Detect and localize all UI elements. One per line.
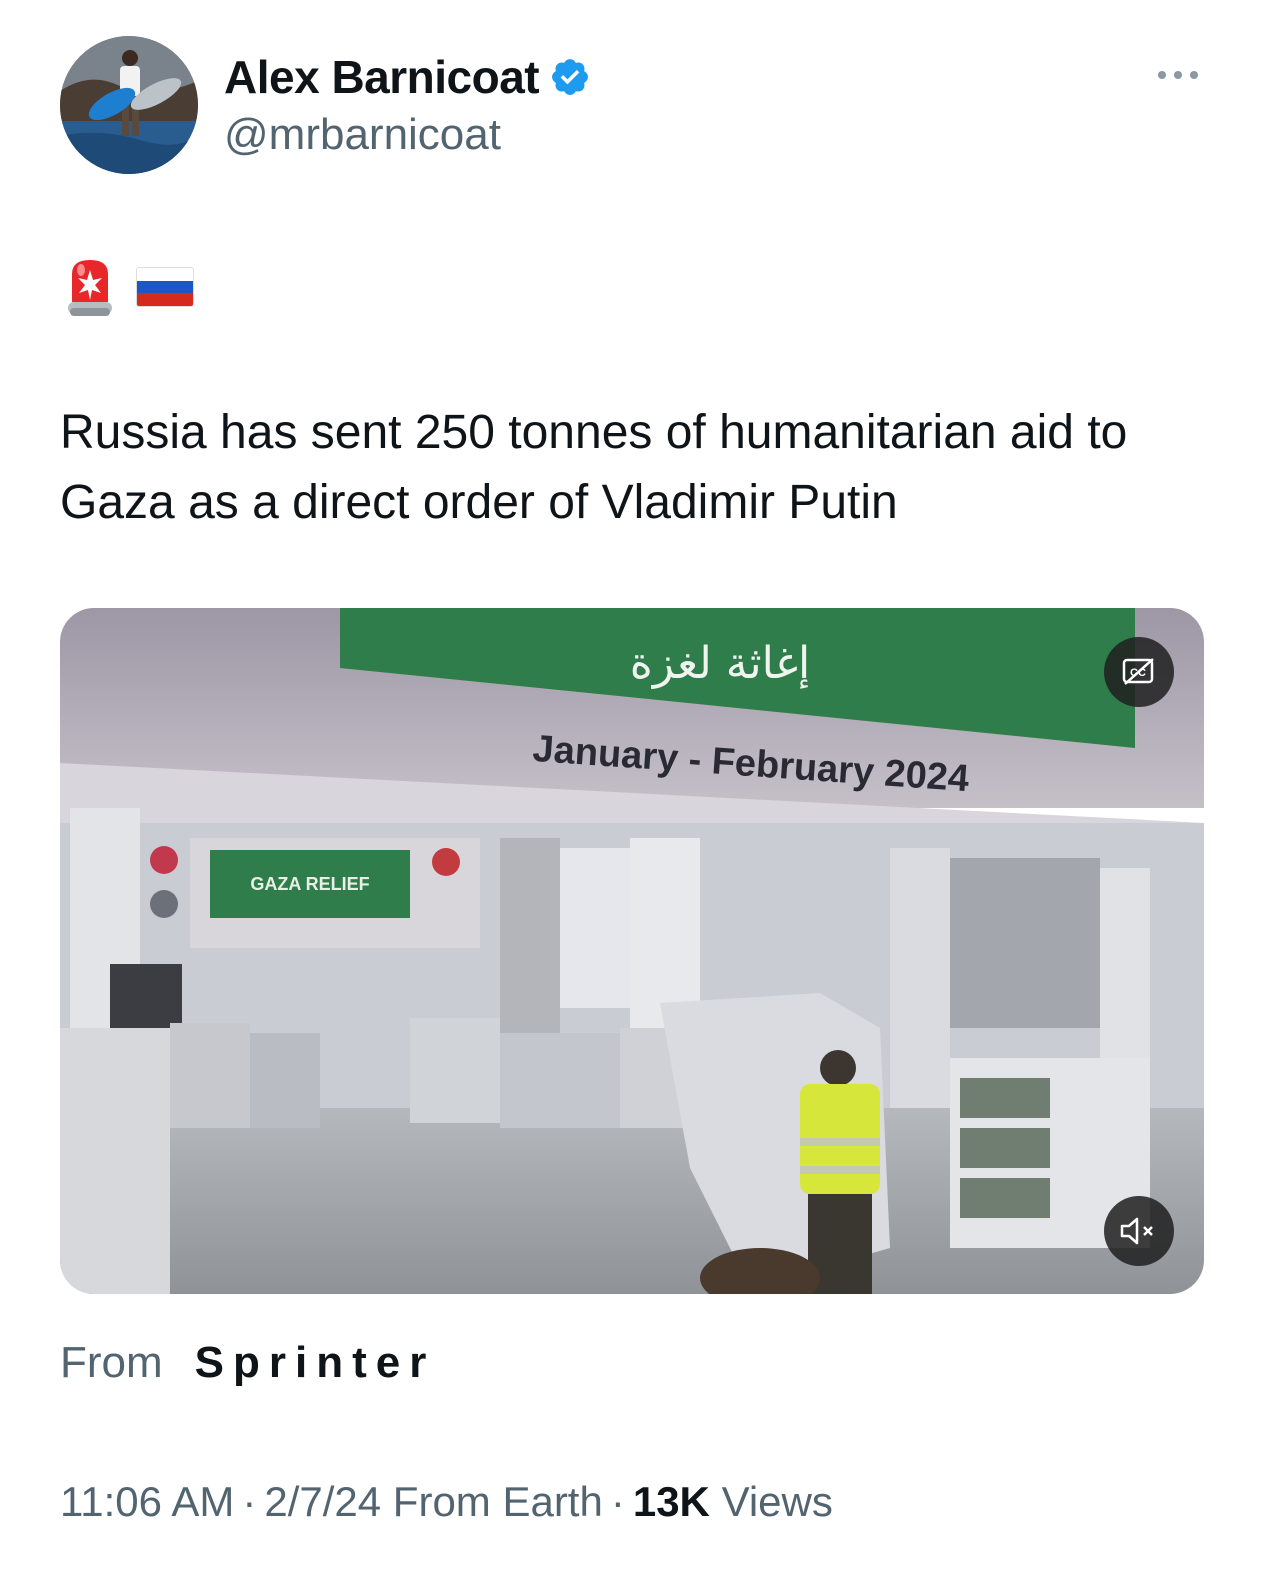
meta-separator: ·: [610, 1478, 625, 1525]
banner-arabic-text: إغاثة لغزة: [630, 638, 810, 689]
tweet-metadata: 11:06 AM · 2/7/24 From Earth · 13K Views: [60, 1478, 833, 1526]
video-source: From Sprinter: [60, 1338, 435, 1388]
muted-speaker-icon: [1120, 1217, 1153, 1245]
tweet-location: From Earth: [392, 1478, 603, 1525]
tweet-detail: Alex Barnicoat @mrbarnicoat Russia has s…: [0, 0, 1284, 1593]
more-options-icon: [1158, 71, 1198, 79]
avatar-image: [60, 36, 198, 174]
author-name-text: Alex Barnicoat: [224, 51, 540, 103]
closed-captions-icon: CC: [1122, 658, 1154, 685]
mute-button[interactable]: [1104, 1196, 1174, 1266]
views-label: Views: [721, 1478, 833, 1525]
verified-badge-icon: [552, 59, 589, 95]
video-frame: إغاثة لغزة January - February 2024 GAZA …: [60, 608, 1204, 1294]
author-display-name[interactable]: Alex Barnicoat: [224, 50, 591, 104]
tweet-date[interactable]: 2/7/24: [264, 1478, 381, 1525]
author-handle[interactable]: @mrbarnicoat: [224, 110, 501, 160]
tweet-time[interactable]: 11:06 AM: [60, 1478, 234, 1525]
source-prefix: From: [60, 1338, 163, 1387]
emoji-row: [64, 256, 194, 318]
police-light-emoji: [68, 260, 112, 316]
more-options-button[interactable]: [1156, 60, 1200, 90]
russia-flag-emoji: [136, 267, 194, 307]
tweet-text: Russia has sent 250 tonnes of humanitari…: [60, 406, 1128, 529]
relief-sign-text: GAZA RELIEF: [250, 874, 369, 894]
captions-button[interactable]: CC: [1104, 637, 1174, 707]
views-count: 13K: [632, 1478, 710, 1525]
video-player[interactable]: إغاثة لغزة January - February 2024 GAZA …: [60, 608, 1204, 1294]
avatar[interactable]: [60, 36, 198, 174]
meta-separator: ·: [242, 1478, 257, 1525]
source-account-link[interactable]: Sprinter: [195, 1338, 436, 1388]
